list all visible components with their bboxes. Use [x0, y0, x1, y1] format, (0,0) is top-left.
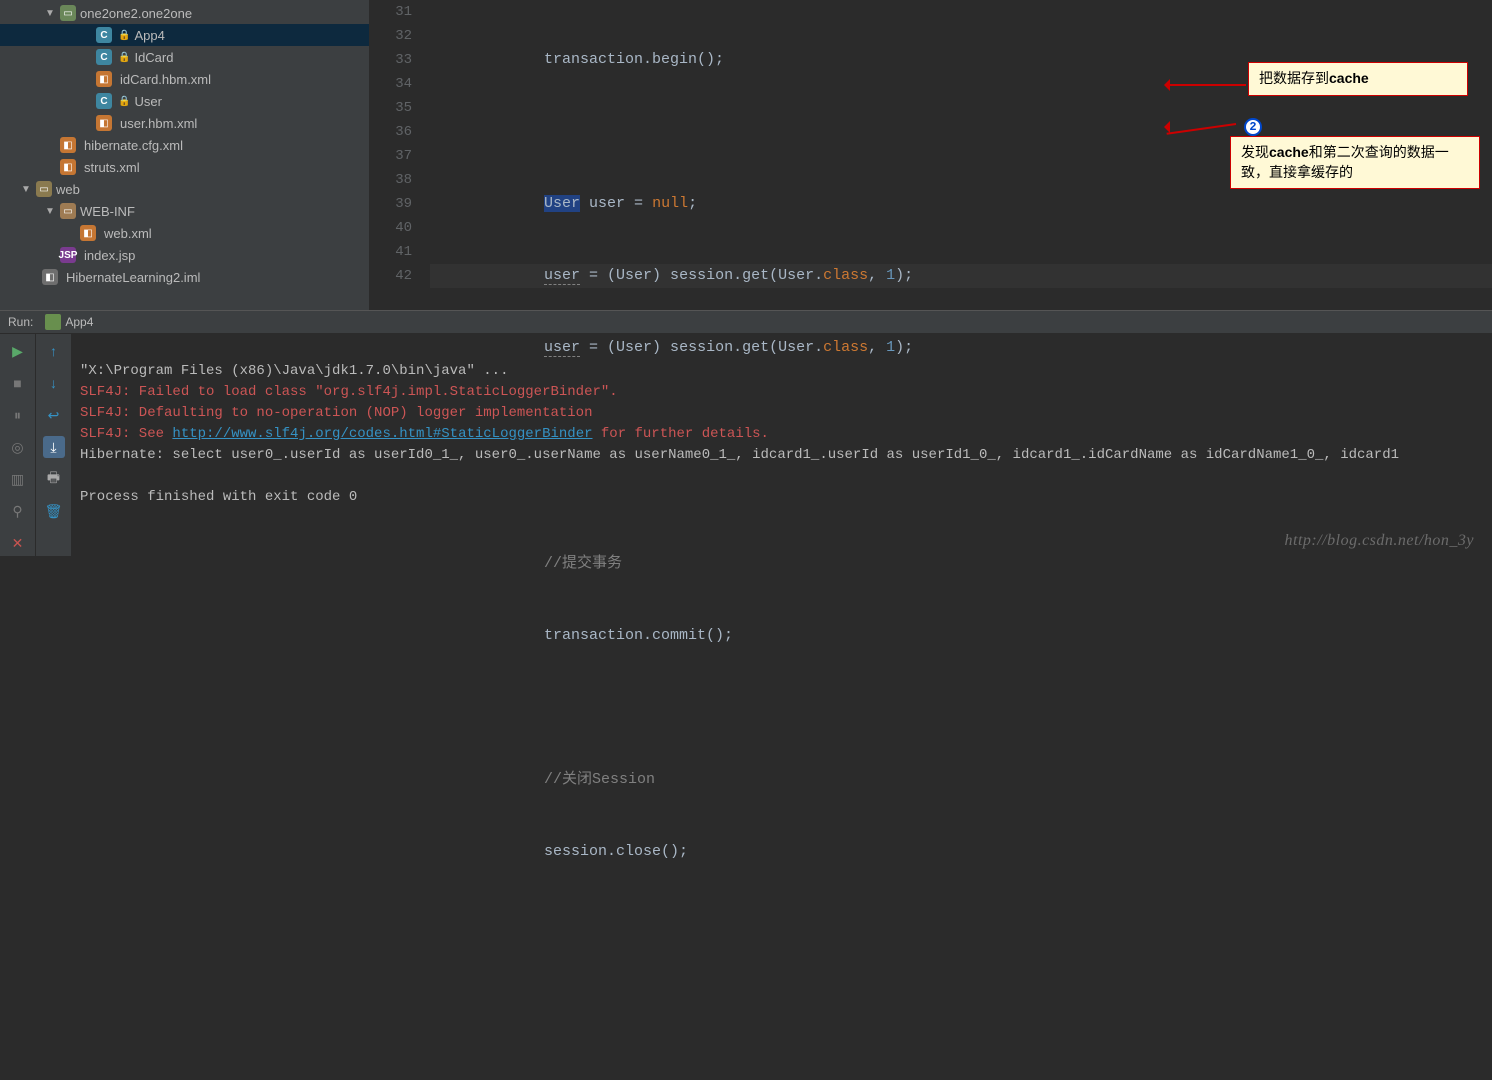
- tree-item-web[interactable]: ▼ ▭ web: [0, 178, 369, 200]
- code-line: //关闭Session: [430, 768, 1492, 792]
- xml-icon: ◧: [96, 71, 112, 87]
- tree-item-user-hbm[interactable]: ◧ user.hbm.xml: [0, 112, 369, 134]
- arrow-head-icon: [1158, 121, 1170, 133]
- code-line: transaction.commit();: [430, 624, 1492, 648]
- close-button[interactable]: ✕: [7, 532, 29, 554]
- stop-button[interactable]: ■: [7, 372, 29, 394]
- tree-item-idcard-hbm[interactable]: ◧ idCard.hbm.xml: [0, 68, 369, 90]
- tree-label: idCard.hbm.xml: [120, 72, 211, 87]
- code-line: user = (User) session.get(User.class, 1)…: [430, 264, 1492, 288]
- run-label: Run:: [0, 315, 41, 329]
- package-icon: ▭: [60, 5, 76, 21]
- tree-package[interactable]: ▼ ▭ one2one2.one2one: [0, 2, 369, 24]
- code-line: User user = null;: [430, 192, 1492, 216]
- lock-icon: 🔒: [118, 52, 130, 63]
- tree-item-hibernate-cfg[interactable]: ◧ hibernate.cfg.xml: [0, 134, 369, 156]
- annotation-cache-found: 发现cache和第二次查询的数据一致，直接拿缓存的: [1230, 136, 1480, 189]
- folder-icon: ▭: [60, 203, 76, 219]
- tree-label: HibernateLearning2.iml: [66, 270, 200, 285]
- tree-item-webxml[interactable]: ◧ web.xml: [0, 222, 369, 244]
- lock-icon: 🔒: [118, 30, 130, 41]
- chevron-down-icon: ▼: [44, 8, 56, 19]
- chevron-down-icon: ▼: [20, 184, 32, 195]
- layout-button[interactable]: ▥: [7, 468, 29, 490]
- xml-icon: ◧: [96, 115, 112, 131]
- code-line: [430, 408, 1492, 432]
- tree-item-user[interactable]: C 🔒 User: [0, 90, 369, 112]
- console-line: Process finished with exit code 0: [80, 489, 357, 505]
- up-arrow-button[interactable]: ↑: [43, 340, 65, 362]
- jsp-icon: JSP: [60, 247, 76, 263]
- chevron-down-icon: ▼: [44, 206, 56, 217]
- tree-item-struts[interactable]: ◧ struts.xml: [0, 156, 369, 178]
- watermark: http://blog.csdn.net/hon_3y: [1285, 532, 1474, 550]
- run-tool-column: ▶ ■ ⏸ ◎ ▥ ⚲ ✕: [0, 334, 36, 556]
- code-line: [430, 480, 1492, 504]
- lock-icon: 🔒: [118, 96, 130, 107]
- tree-label: struts.xml: [84, 160, 140, 175]
- console-tool-column: ↑ ↓ ↩ ⤓ 🖶 🗑: [36, 334, 72, 556]
- tree-label: web.xml: [104, 226, 152, 241]
- run-tab-name[interactable]: App4: [65, 315, 93, 329]
- arrow-1: [1166, 84, 1246, 86]
- tree-label: App4: [134, 28, 164, 43]
- tree-item-iml[interactable]: ◧ HibernateLearning2.iml: [0, 266, 369, 288]
- rerun-button[interactable]: ▶: [7, 340, 29, 362]
- tree-label: user.hbm.xml: [120, 116, 197, 131]
- tree-label: one2one2.one2one: [80, 6, 192, 21]
- arrow-head-icon: [1158, 79, 1170, 91]
- pause-button[interactable]: ⏸: [7, 404, 29, 426]
- tree-label: web: [56, 182, 80, 197]
- web-folder-icon: ▭: [36, 181, 52, 197]
- class-icon: C: [96, 93, 112, 109]
- scroll-to-end-button[interactable]: ⤓: [43, 436, 65, 458]
- class-icon: C: [96, 27, 112, 43]
- clear-button[interactable]: 🗑: [43, 500, 65, 522]
- tree-item-idcard[interactable]: C 🔒 IdCard: [0, 46, 369, 68]
- marker-2: 2: [1244, 118, 1262, 136]
- iml-icon: ◧: [42, 269, 58, 285]
- code-line: [430, 696, 1492, 720]
- annotation-cache-save: 把数据存到cache: [1248, 62, 1468, 96]
- tree-label: IdCard: [134, 50, 173, 65]
- project-tree: ▼ ▭ one2one2.one2one C 🔒 App4 C 🔒 IdCard ◧…: [0, 0, 370, 310]
- tree-label: hibernate.cfg.xml: [84, 138, 183, 153]
- down-arrow-button[interactable]: ↓: [43, 372, 65, 394]
- gutter: 313233 343536 373839 404142: [370, 0, 430, 310]
- tree-item-app4[interactable]: C 🔒 App4: [0, 24, 369, 46]
- tree-item-webinf[interactable]: ▼ ▭ WEB-INF: [0, 200, 369, 222]
- code-line: user = (User) session.get(User.class, 1)…: [430, 336, 1492, 360]
- tree-label: index.jsp: [84, 248, 135, 263]
- tree-label: User: [134, 94, 161, 109]
- class-icon: C: [96, 49, 112, 65]
- pin-button[interactable]: ⚲: [7, 500, 29, 522]
- code-line: session.close();: [430, 840, 1492, 864]
- xml-icon: ◧: [80, 225, 96, 241]
- dump-button[interactable]: ◎: [7, 436, 29, 458]
- tree-item-indexjsp[interactable]: JSP index.jsp: [0, 244, 369, 266]
- print-button[interactable]: 🖶: [43, 468, 65, 490]
- run-config-icon: [45, 314, 61, 330]
- xml-icon: ◧: [60, 159, 76, 175]
- xml-icon: ◧: [60, 137, 76, 153]
- tree-label: WEB-INF: [80, 204, 135, 219]
- soft-wrap-button[interactable]: ↩: [43, 404, 65, 426]
